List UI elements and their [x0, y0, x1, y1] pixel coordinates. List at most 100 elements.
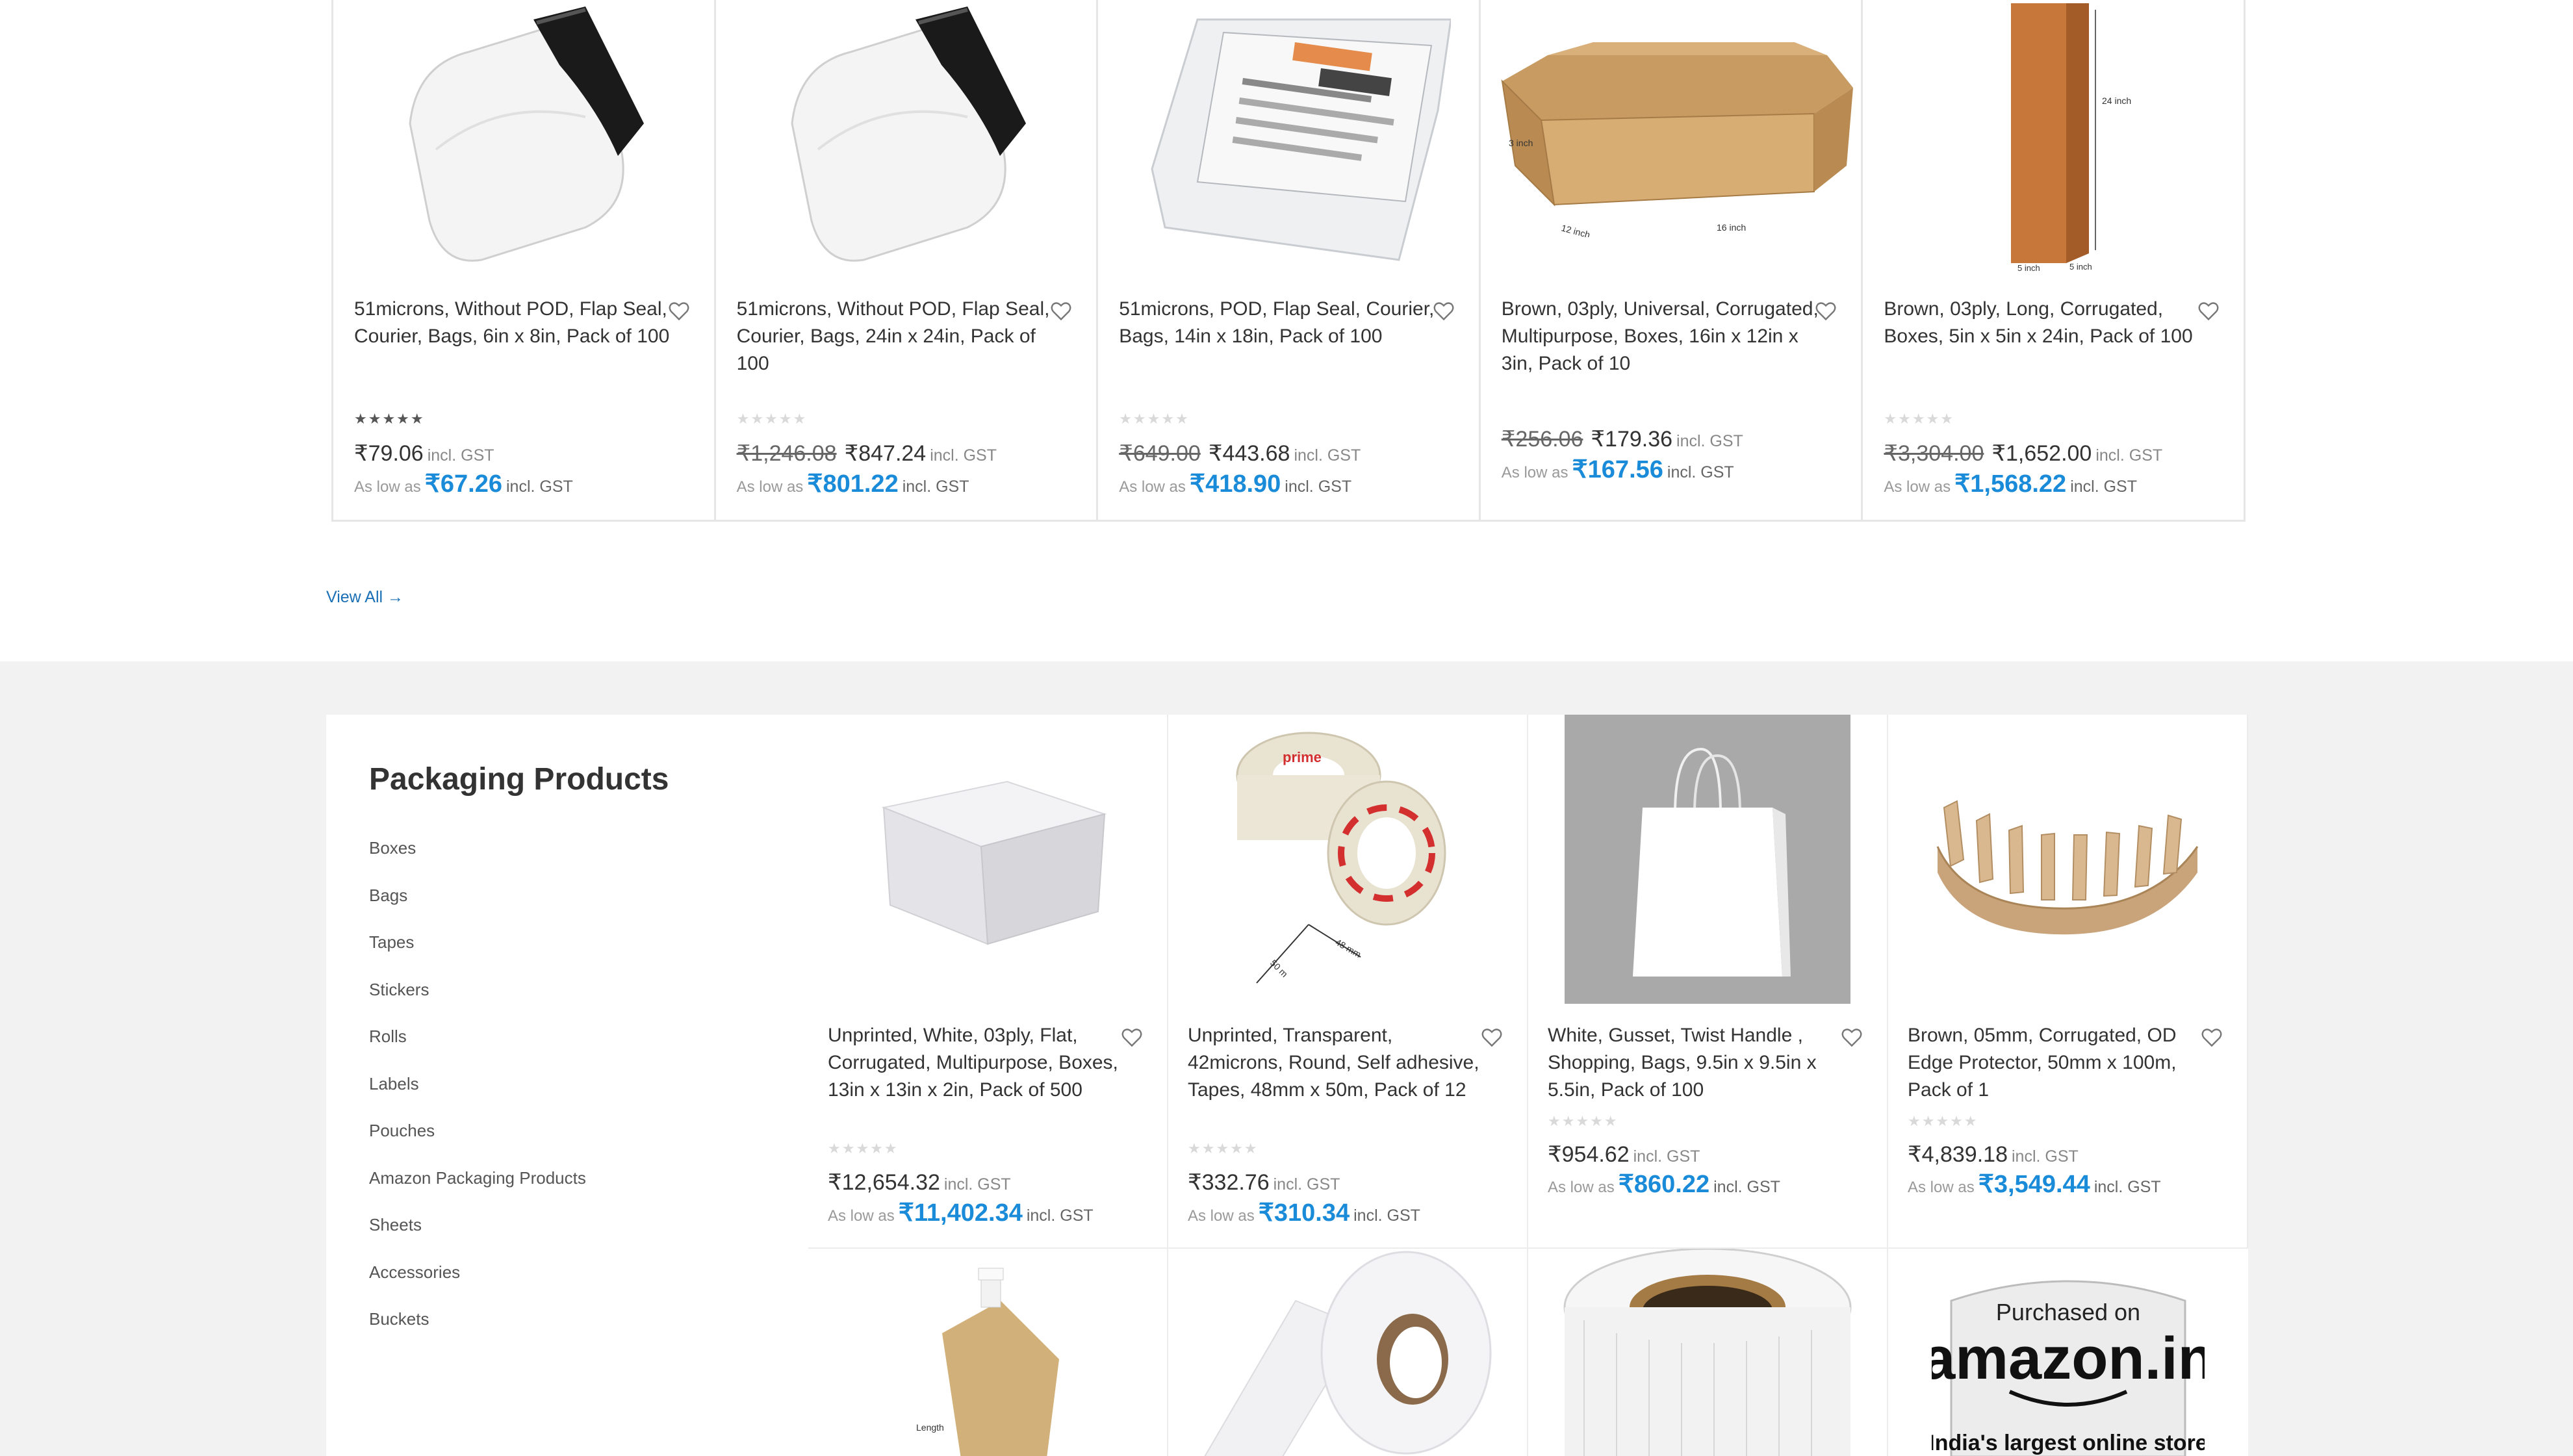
low-price: ₹860.22: [1618, 1171, 1710, 1198]
product-card[interactable]: [1168, 1249, 1528, 1456]
sidebar-item-sheets[interactable]: Sheets: [369, 1215, 586, 1262]
product-title[interactable]: Unprinted, Transparent, 42microns, Round…: [1188, 1022, 1487, 1104]
product-title[interactable]: Unprinted, White, 03ply, Flat, Corrugate…: [828, 1022, 1127, 1104]
product-card[interactable]: 51microns, Without POD, Flap Seal, Couri…: [333, 0, 716, 520]
product-title[interactable]: 51microns, Without POD, Flap Seal, Couri…: [737, 296, 1055, 377]
heart-icon[interactable]: [2200, 1025, 2223, 1049]
price: ₹332.76: [1188, 1170, 1270, 1195]
product-image-tall-box[interactable]: 24 inch 5 inch 5 inch: [1863, 0, 2244, 279]
price-line: ₹649.00 ₹443.68 incl. GST: [1119, 441, 1361, 466]
sidebar-heading: Packaging Products: [369, 762, 669, 797]
product-card[interactable]: White, Gusset, Twist Handle , Shopping, …: [1528, 715, 1888, 1249]
low-price: ₹3,549.44: [1978, 1171, 2090, 1198]
sidebar-item-amazon-packaging[interactable]: Amazon Packaging Products: [369, 1168, 586, 1216]
product-title[interactable]: 51microns, POD, Flap Seal, Courier, Bags…: [1119, 296, 1437, 350]
category-sidebar: Packaging Products Boxes Bags Tapes Stic…: [326, 715, 808, 1456]
image-backdrop: [1565, 715, 1850, 1004]
product-image-strapping-roll[interactable]: [1528, 1249, 1887, 1456]
price-line: ₹256.06 ₹179.36 incl. GST: [1502, 426, 1743, 452]
product-title[interactable]: Brown, 05mm, Corrugated, OD Edge Protect…: [1908, 1022, 2207, 1104]
product-card[interactable]: Brown, 05mm, Corrugated, OD Edge Protect…: [1888, 715, 2248, 1249]
product-image-pod-courier-bag[interactable]: [1098, 0, 1479, 279]
box-dimension-label: 3 inch: [1509, 138, 1533, 148]
gst-label: incl. GST: [1633, 1147, 1700, 1166]
heart-icon[interactable]: [1814, 299, 1837, 322]
low-price-label: As low as: [1908, 1179, 1975, 1196]
heart-icon[interactable]: [1120, 1025, 1144, 1049]
sidebar-item-boxes[interactable]: Boxes: [369, 838, 586, 886]
low-price-line: As low as ₹3,549.44 incl. GST: [1908, 1169, 2161, 1199]
product-image-label-roll[interactable]: [1168, 1249, 1527, 1456]
product-card[interactable]: 51microns, Without POD, Flap Seal, Couri…: [716, 0, 1099, 520]
price-line: ₹12,654.32 incl. GST: [828, 1169, 1011, 1195]
sidebar-item-rolls[interactable]: Rolls: [369, 1027, 586, 1074]
old-price: ₹3,304.00: [1884, 441, 1984, 466]
product-card[interactable]: Length: [808, 1249, 1168, 1456]
old-price: ₹649.00: [1119, 441, 1201, 466]
sidebar-item-stickers[interactable]: Stickers: [369, 980, 586, 1027]
sidebar-item-labels[interactable]: Labels: [369, 1074, 586, 1121]
product-title[interactable]: White, Gusset, Twist Handle , Shopping, …: [1548, 1022, 1847, 1104]
product-card[interactable]: 3 inch 12 inch 16 inch Brown, 03ply, Uni…: [1481, 0, 1863, 520]
price: ₹954.62: [1548, 1142, 1630, 1167]
sidebar-item-buckets[interactable]: Buckets: [369, 1309, 586, 1357]
gst-label: incl. GST: [1713, 1178, 1780, 1196]
heart-icon[interactable]: [1840, 1025, 1863, 1049]
product-title[interactable]: Brown, 03ply, Universal, Corrugated, Mul…: [1502, 296, 1820, 377]
product-image-white-box[interactable]: [808, 715, 1167, 1004]
product-image-edge-protector[interactable]: [1888, 715, 2247, 1004]
price: ₹847.24: [844, 441, 927, 466]
gst-label: incl. GST: [902, 478, 969, 496]
tape-brand-text: prime: [1283, 749, 1322, 765]
low-price-line: As low as ₹418.90 incl. GST: [1119, 469, 1351, 498]
heart-icon[interactable]: [2197, 299, 2220, 322]
low-price-line: As low as ₹801.22 incl. GST: [737, 469, 969, 498]
gst-label: incl. GST: [1667, 463, 1734, 481]
product-card[interactable]: Unprinted, White, 03ply, Flat, Corrugate…: [808, 715, 1168, 1249]
gst-label: incl. GST: [2093, 1178, 2161, 1196]
product-image-spout-pouch[interactable]: Length: [808, 1249, 1167, 1456]
heart-icon[interactable]: [1049, 299, 1073, 322]
heart-icon[interactable]: [1432, 299, 1455, 322]
product-image-courier-bag[interactable]: [716, 0, 1097, 279]
low-price-line: As low as ₹310.34 incl. GST: [1188, 1198, 1420, 1227]
product-title[interactable]: 51microns, Without POD, Flap Seal, Couri…: [354, 296, 672, 350]
gst-label: incl. GST: [1026, 1207, 1094, 1225]
view-all-link[interactable]: View All →: [326, 588, 403, 607]
gst-label: incl. GST: [1285, 478, 1352, 496]
low-price: ₹310.34: [1258, 1199, 1350, 1227]
gst-label: incl. GST: [1676, 432, 1743, 450]
low-price-line: As low as ₹11,402.34 incl. GST: [828, 1198, 1094, 1227]
price: ₹179.36: [1591, 427, 1673, 452]
sidebar-item-accessories[interactable]: Accessories: [369, 1262, 586, 1310]
product-image-courier-bag[interactable]: [333, 0, 714, 279]
sidebar-item-pouches[interactable]: Pouches: [369, 1121, 586, 1168]
price-line: ₹1,246.08 ₹847.24 incl. GST: [737, 441, 997, 466]
product-image-amazon-tape[interactable]: Purchased on amazon.in India's largest o…: [1888, 1249, 2248, 1456]
low-price-label: As low as: [1548, 1179, 1615, 1196]
product-image-tape-rolls[interactable]: prime 48 mm 50 m: [1168, 715, 1527, 1004]
box-dimension-label: 24 inch: [2102, 96, 2131, 106]
product-title[interactable]: Brown, 03ply, Long, Corrugated, Boxes, 5…: [1884, 296, 2202, 350]
gst-label: incl. GST: [930, 446, 997, 465]
product-card[interactable]: prime 48 mm 50 m Unprinted, Transparent,…: [1168, 715, 1528, 1249]
heart-icon[interactable]: [667, 299, 691, 322]
product-image-shopping-bag[interactable]: [1528, 715, 1887, 1004]
gst-label: incl. GST: [1353, 1207, 1420, 1225]
tape-print-logo: amazon.in: [1932, 1325, 2205, 1392]
box-dimension-label: 16 inch: [1717, 222, 1746, 233]
top-product-row: 51microns, Without POD, Flap Seal, Couri…: [331, 0, 2246, 522]
product-card[interactable]: 51microns, POD, Flap Seal, Courier, Bags…: [1098, 0, 1481, 520]
price-line: ₹79.06 incl. GST: [354, 441, 494, 466]
sidebar-item-bags[interactable]: Bags: [369, 886, 586, 933]
product-card[interactable]: [1528, 1249, 1888, 1456]
product-card[interactable]: Purchased on amazon.in India's largest o…: [1888, 1249, 2248, 1456]
price: ₹443.68: [1208, 441, 1290, 466]
heart-icon[interactable]: [1480, 1025, 1504, 1049]
sidebar-item-tapes[interactable]: Tapes: [369, 932, 586, 980]
price-line: ₹954.62 incl. GST: [1548, 1142, 1700, 1168]
rating-stars: ★★★★★: [1908, 1113, 1978, 1129]
old-price: ₹256.06: [1501, 427, 1583, 452]
product-image-open-box[interactable]: 3 inch 12 inch 16 inch: [1481, 0, 1862, 279]
product-card[interactable]: 24 inch 5 inch 5 inch Brown, 03ply, Long…: [1863, 0, 2244, 520]
